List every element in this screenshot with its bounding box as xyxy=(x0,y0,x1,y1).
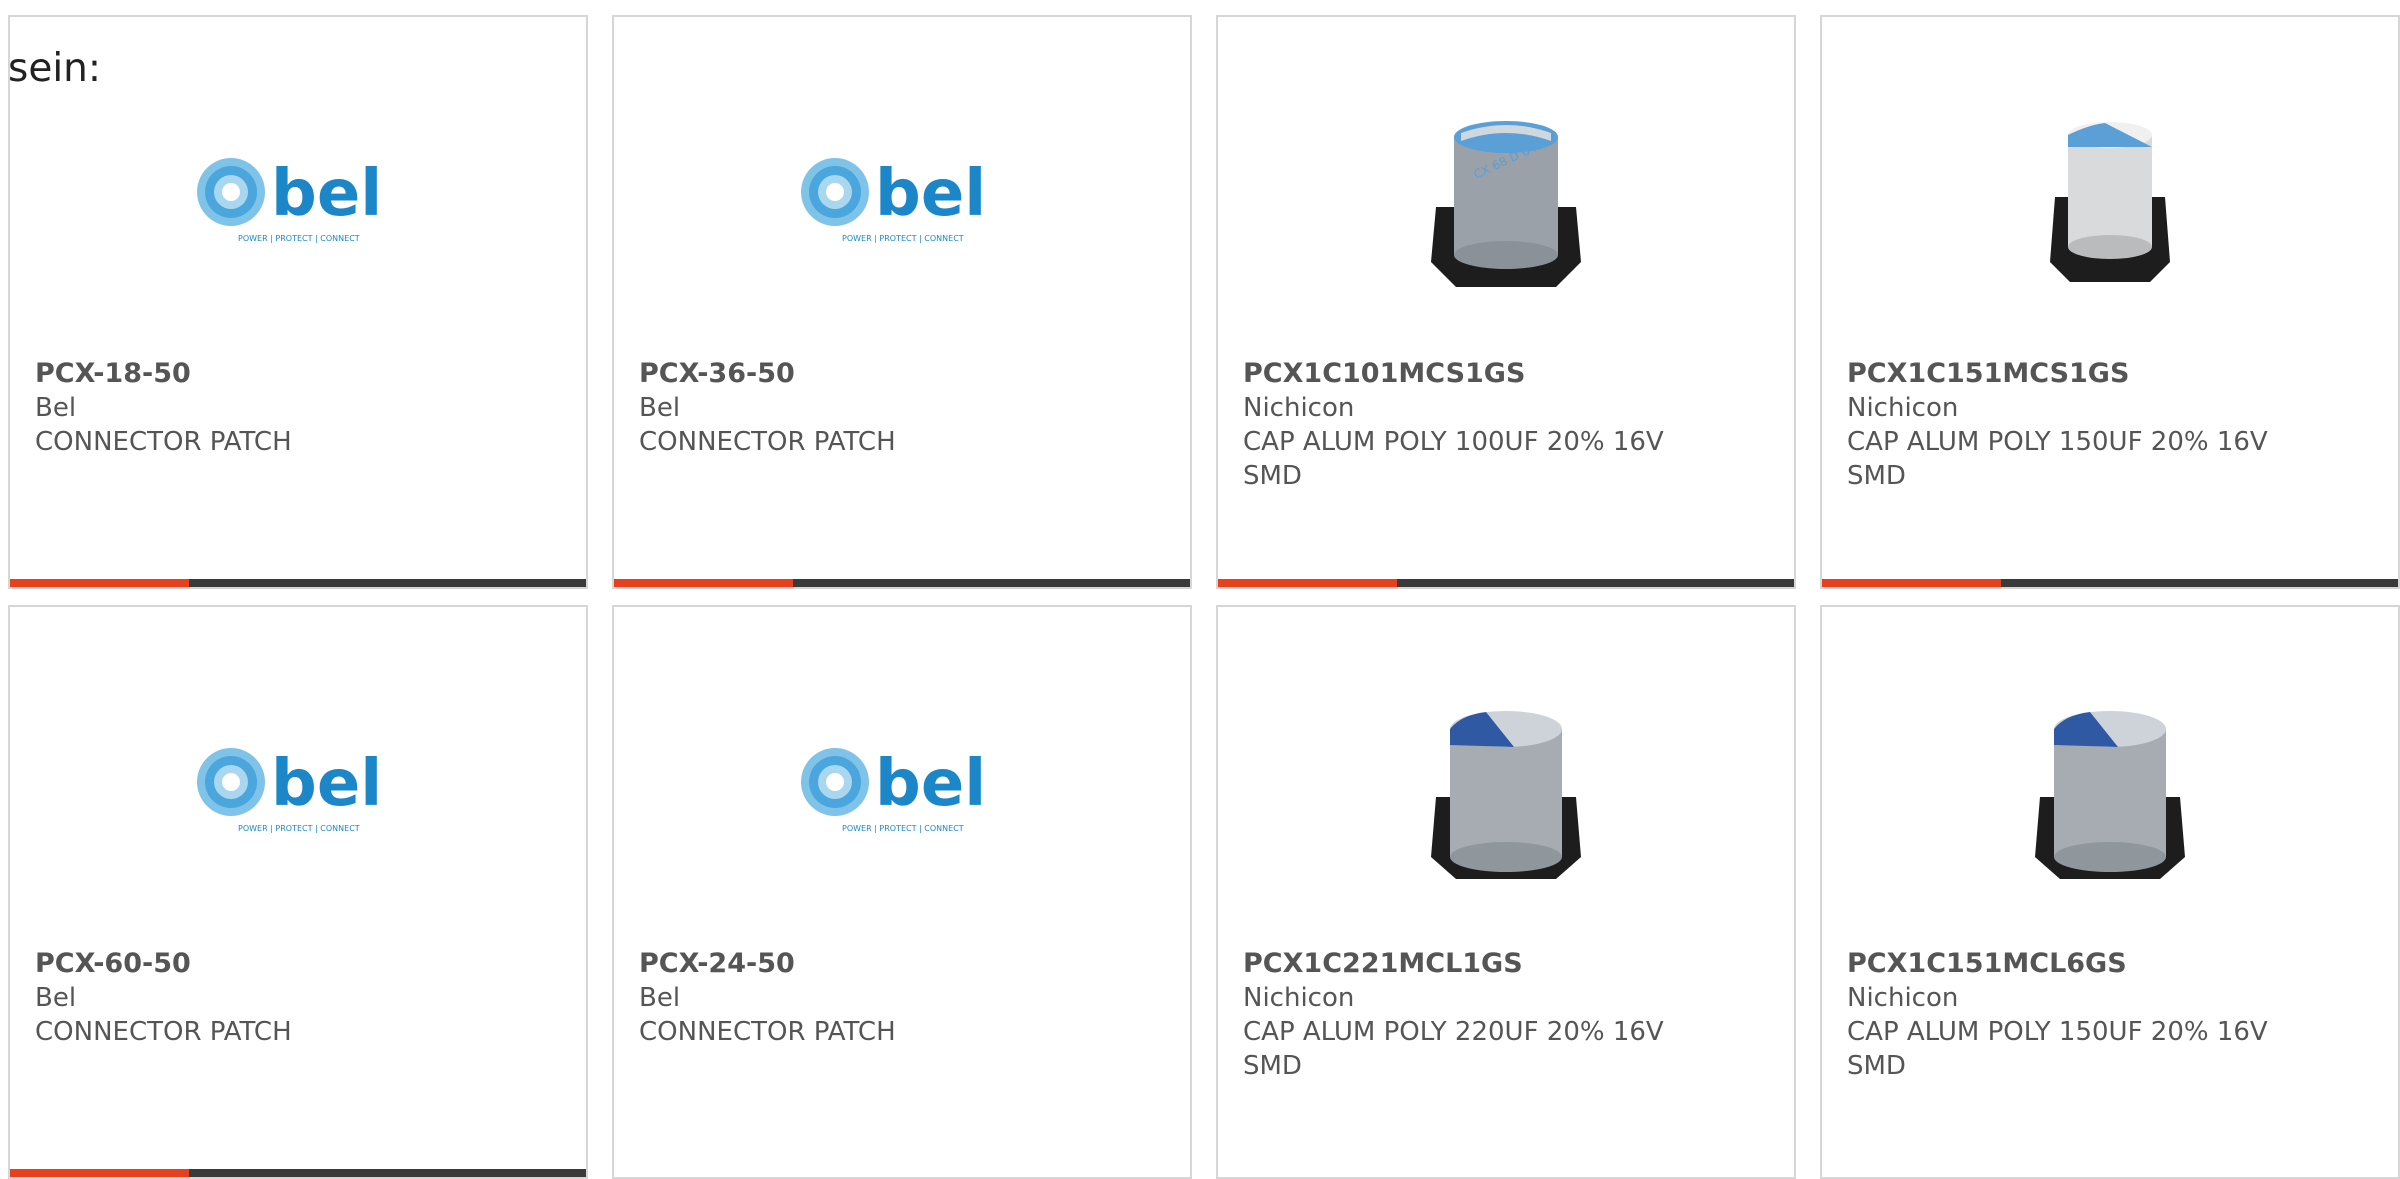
product-card[interactable]: PCX1C151MCS1GS Nichicon CAP ALUM POLY 15… xyxy=(1820,15,2400,589)
description: CAP ALUM POLY 100UF 20% 16V SMD xyxy=(1243,427,1664,491)
product-image: bel POWER | PROTECT | CONNECT xyxy=(10,77,586,317)
product-info: PCX1C101MCS1GS Nichicon CAP ALUM POLY 10… xyxy=(1243,357,1769,493)
manufacturer: Nichicon xyxy=(1243,983,1355,1013)
progress-bar xyxy=(1218,579,1794,587)
bel-logo-mark xyxy=(197,748,265,816)
product-info: PCX-60-50 Bel CONNECTOR PATCH xyxy=(35,947,561,1049)
progress-bar xyxy=(1822,579,2398,587)
part-number[interactable]: PCX1C151MCS1GS xyxy=(1847,357,2373,391)
intro-text: sein: xyxy=(8,46,102,91)
manufacturer: Bel xyxy=(639,393,681,423)
logo-text: bel xyxy=(875,747,986,821)
description: CAP ALUM POLY 220UF 20% 16V SMD xyxy=(1243,1017,1664,1081)
capacitor-body xyxy=(2068,135,2152,247)
capacitor-image xyxy=(2050,122,2170,282)
capacitor-body xyxy=(1450,729,1562,857)
bel-logo-mark xyxy=(801,748,869,816)
description: CONNECTOR PATCH xyxy=(35,427,292,457)
logo-text: bel xyxy=(875,157,986,231)
manufacturer: Bel xyxy=(35,983,77,1013)
part-number[interactable]: PCX1C101MCS1GS xyxy=(1243,357,1769,391)
progress-bar-fill xyxy=(614,579,793,587)
product-image: bel POWER | PROTECT | CONNECT xyxy=(614,667,1190,907)
capacitor-image xyxy=(1431,711,1581,879)
capacitor-image xyxy=(2035,711,2185,879)
product-card[interactable]: bel POWER | PROTECT | CONNECT PCX-36-50 … xyxy=(612,15,1192,589)
part-number[interactable]: PCX1C151MCL6GS xyxy=(1847,947,2373,981)
logo-text: bel xyxy=(271,157,382,231)
manufacturer: Nichicon xyxy=(1243,393,1355,423)
manufacturer: Bel xyxy=(35,393,77,423)
manufacturer: Nichicon xyxy=(1847,393,1959,423)
product-info: PCX1C151MCL6GS Nichicon CAP ALUM POLY 15… xyxy=(1847,947,2373,1083)
capacitor-body xyxy=(2054,729,2166,857)
product-image xyxy=(1822,77,2398,317)
progress-bar-fill xyxy=(10,1169,189,1177)
description: CAP ALUM POLY 150UF 20% 16V SMD xyxy=(1847,1017,2268,1081)
product-card[interactable]: bel POWER | PROTECT | CONNECT PCX-18-50 … xyxy=(8,15,588,589)
progress-bar-fill xyxy=(1218,579,1397,587)
product-card[interactable]: bel POWER | PROTECT | CONNECT PCX-24-50 … xyxy=(612,605,1192,1179)
logo-tagline: POWER | PROTECT | CONNECT xyxy=(238,824,360,833)
product-card[interactable]: PCX1C151MCL6GS Nichicon CAP ALUM POLY 15… xyxy=(1820,605,2400,1179)
part-number[interactable]: PCX-18-50 xyxy=(35,357,561,391)
description: CAP ALUM POLY 150UF 20% 16V SMD xyxy=(1847,427,2268,491)
product-info: PCX-18-50 Bel CONNECTOR PATCH xyxy=(35,357,561,459)
logo-text: bel xyxy=(271,747,382,821)
description: CONNECTOR PATCH xyxy=(639,1017,896,1047)
part-number[interactable]: PCX1C221MCL1GS xyxy=(1243,947,1769,981)
product-card[interactable]: bel POWER | PROTECT | CONNECT PCX-60-50 … xyxy=(8,605,588,1179)
product-image: bel POWER | PROTECT | CONNECT xyxy=(614,77,1190,317)
product-image: bel POWER | PROTECT | CONNECT xyxy=(10,667,586,907)
part-number[interactable]: PCX-60-50 xyxy=(35,947,561,981)
product-grid: bel POWER | PROTECT | CONNECT PCX-18-50 … xyxy=(8,15,2400,1179)
product-image: CX 68 D 642 xyxy=(1218,77,1794,317)
product-info: PCX1C151MCS1GS Nichicon CAP ALUM POLY 15… xyxy=(1847,357,2373,493)
bel-logo-image: bel POWER | PROTECT | CONNECT xyxy=(801,747,986,833)
bel-logo-image: bel POWER | PROTECT | CONNECT xyxy=(197,747,382,833)
product-card[interactable]: CX 68 D 642 PCX1C101MCS1GS Nichicon CAP … xyxy=(1216,15,1796,589)
logo-tagline: POWER | PROTECT | CONNECT xyxy=(842,824,964,833)
progress-bar xyxy=(10,579,586,587)
part-number[interactable]: PCX-24-50 xyxy=(639,947,1165,981)
product-info: PCX-24-50 Bel CONNECTOR PATCH xyxy=(639,947,1165,1049)
description: CONNECTOR PATCH xyxy=(35,1017,292,1047)
bel-logo-image: bel POWER | PROTECT | CONNECT xyxy=(197,157,382,243)
progress-bar xyxy=(10,1169,586,1177)
bel-logo-mark xyxy=(801,158,869,226)
progress-bar xyxy=(614,579,1190,587)
manufacturer: Nichicon xyxy=(1847,983,1959,1013)
bel-logo-mark xyxy=(197,158,265,226)
progress-bar-fill xyxy=(1822,579,2001,587)
capacitor-image: CX 68 D 642 xyxy=(1431,121,1581,287)
progress-bar-fill xyxy=(10,579,189,587)
bel-logo-image: bel POWER | PROTECT | CONNECT xyxy=(801,157,986,243)
description: CONNECTOR PATCH xyxy=(639,427,896,457)
logo-tagline: POWER | PROTECT | CONNECT xyxy=(842,234,964,243)
logo-tagline: POWER | PROTECT | CONNECT xyxy=(238,234,360,243)
product-info: PCX-36-50 Bel CONNECTOR PATCH xyxy=(639,357,1165,459)
product-card[interactable]: PCX1C221MCL1GS Nichicon CAP ALUM POLY 22… xyxy=(1216,605,1796,1179)
part-number[interactable]: PCX-36-50 xyxy=(639,357,1165,391)
product-image xyxy=(1218,667,1794,907)
product-image xyxy=(1822,667,2398,907)
manufacturer: Bel xyxy=(639,983,681,1013)
product-info: PCX1C221MCL1GS Nichicon CAP ALUM POLY 22… xyxy=(1243,947,1769,1083)
